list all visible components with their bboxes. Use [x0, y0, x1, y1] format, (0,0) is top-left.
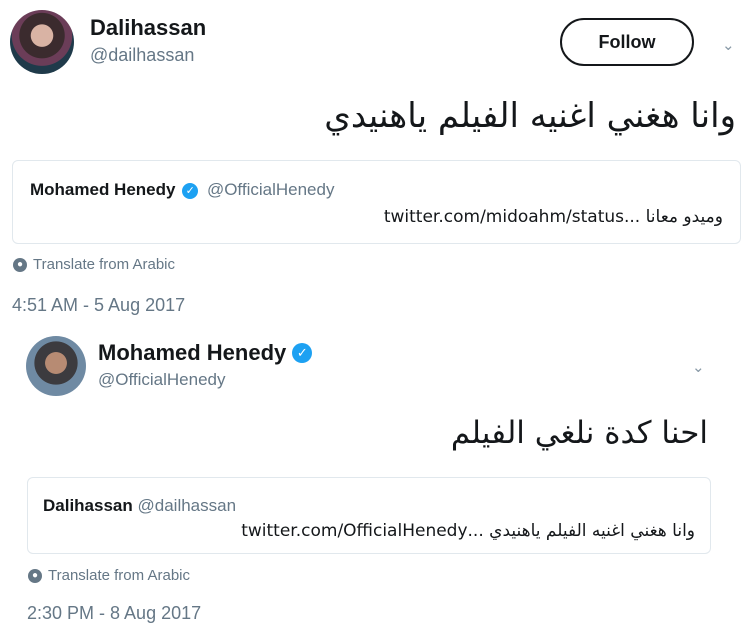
- quoted-author-handle: @dailhassan: [137, 496, 237, 515]
- quoted-tweet-author: Mohamed Henedy ✓ @OfficialHenedy: [30, 180, 334, 200]
- quoted-tweet-author: Dalihassan @dailhassan: [43, 496, 236, 516]
- tweet-text: احنا كدة نلغي الفيلم: [450, 415, 708, 451]
- translate-link[interactable]: ● Translate from Arabic: [13, 256, 175, 273]
- verified-badge-icon: ✓: [292, 343, 313, 363]
- chevron-down-icon[interactable]: ⌄: [722, 36, 735, 54]
- timestamp[interactable]: 4:51 AM - 5 Aug 2017: [12, 295, 185, 316]
- verified-badge-icon: ✓: [182, 182, 199, 199]
- author-name[interactable]: Dalihassan: [90, 15, 206, 41]
- globe-icon: ●: [28, 568, 42, 583]
- quoted-tweet[interactable]: Mohamed Henedy ✓ @OfficialHenedy وميدو م…: [12, 160, 741, 244]
- globe-icon: ●: [13, 257, 27, 272]
- author-name-row[interactable]: Mohamed Henedy ✓: [98, 340, 313, 366]
- timestamp[interactable]: 2:30 PM - 8 Aug 2017: [27, 603, 201, 624]
- quoted-tweet-text: وانا هغني اغنيه الفيلم ياهنيدي ...twitte…: [241, 521, 695, 541]
- follow-button[interactable]: Follow: [560, 18, 694, 66]
- avatar-mohamed-henedy[interactable]: [26, 336, 86, 396]
- chevron-down-icon[interactable]: ⌄: [692, 358, 705, 376]
- author-name[interactable]: Mohamed Henedy: [98, 340, 286, 366]
- tweet-text: وانا هغني اغنيه الفيلم ياهنيدي: [324, 96, 736, 136]
- quoted-author-name: Mohamed Henedy: [30, 180, 176, 199]
- quoted-author-handle: @OfficialHenedy: [206, 180, 335, 199]
- author-handle[interactable]: @OfficialHenedy: [98, 370, 226, 390]
- quoted-author-name: Dalihassan: [43, 496, 133, 515]
- translate-label: Translate from Arabic: [33, 256, 175, 273]
- translate-link[interactable]: ● Translate from Arabic: [28, 567, 190, 584]
- author-handle[interactable]: @dailhassan: [90, 45, 194, 66]
- quoted-tweet[interactable]: Dalihassan @dailhassan وانا هغني اغنيه ا…: [27, 477, 711, 554]
- avatar-dalihassan[interactable]: [10, 10, 74, 74]
- quoted-tweet-text: وميدو معانا ...twitter.com/midoahm/statu…: [383, 207, 723, 227]
- translate-label: Translate from Arabic: [48, 567, 190, 584]
